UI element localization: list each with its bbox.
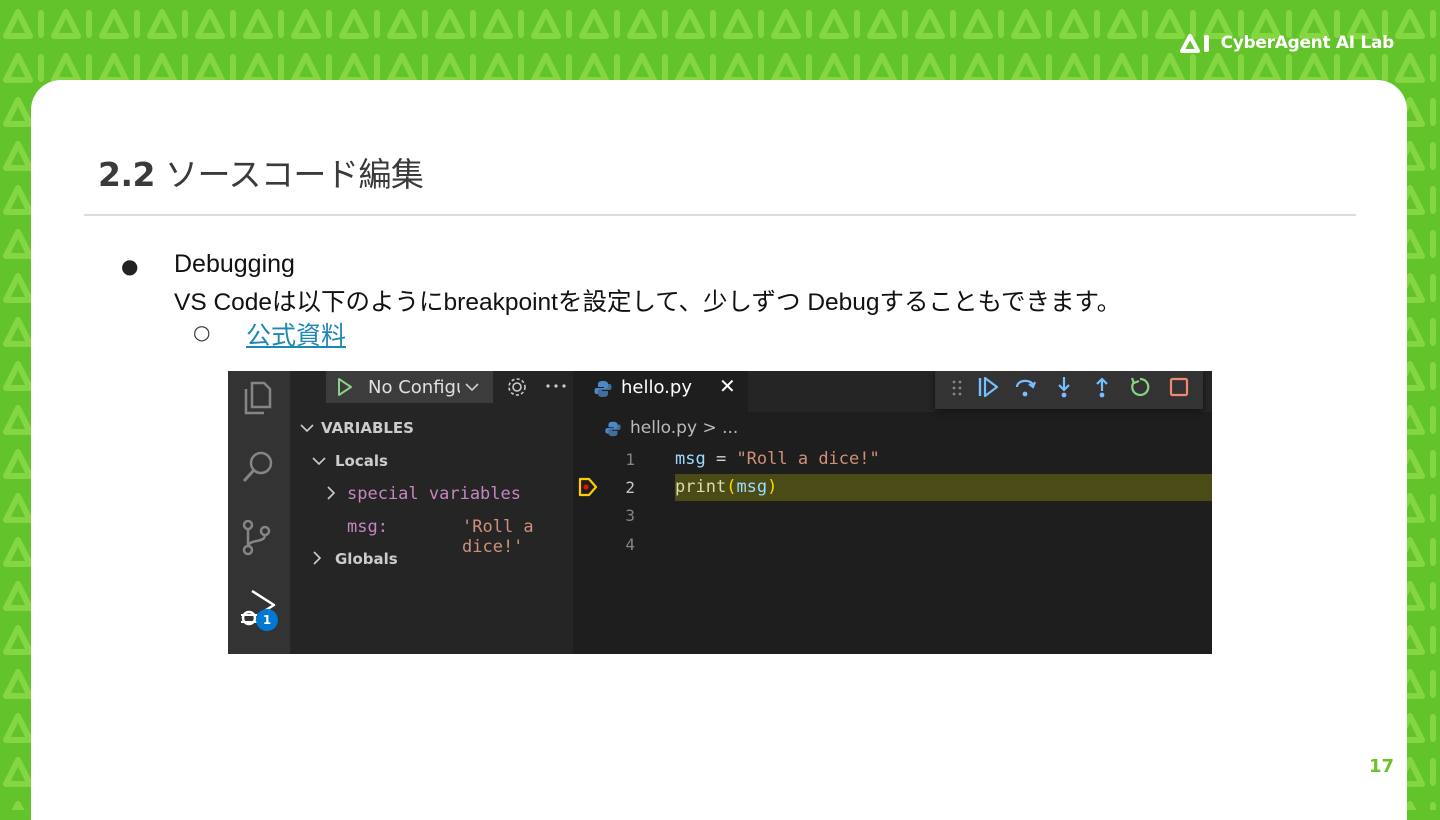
activity-bar: 1	[228, 371, 290, 654]
code-line-1[interactable]: msg = "Roll a dice!"	[675, 449, 880, 469]
more-actions-icon[interactable]	[545, 383, 567, 389]
run-config-dropdown[interactable]: No Configuration	[326, 371, 493, 403]
gear-icon[interactable]	[506, 376, 528, 398]
code-token: print	[675, 477, 727, 497]
bullet-heading: Debugging	[174, 250, 295, 278]
debug-badge-count: 1	[262, 613, 272, 627]
run-config-label: No Configuration	[368, 377, 460, 398]
python-file-icon	[594, 381, 612, 397]
source-control-icon[interactable]	[238, 517, 278, 557]
locals-chevron-icon[interactable]	[312, 456, 326, 466]
breadcrumb-more[interactable]: ...	[722, 418, 738, 438]
special-variables-item[interactable]: special variables	[347, 484, 521, 504]
code-token: msg	[675, 449, 706, 469]
bullet-body: VS Codeは以下のようにbreakpointを設定して、少しずつ Debug…	[174, 289, 1122, 316]
explorer-icon[interactable]	[238, 377, 278, 417]
code-token: "Roll a dice!"	[736, 449, 880, 469]
code-line-2[interactable]: print(msg)	[675, 477, 777, 497]
brand-logo: CyberAgent AI Lab	[1179, 32, 1394, 54]
slide-title: 2.2 ソースコード編集	[98, 148, 424, 196]
sub-bullet-mark: ○	[193, 320, 211, 344]
vscode-screenshot: 1 No Configuration VARIABLES Locals	[228, 371, 1212, 654]
section-number: 2.2	[98, 155, 155, 194]
code-token: )	[767, 477, 778, 497]
locals-scope[interactable]: Locals	[335, 452, 388, 470]
debug-badge: 1	[256, 609, 278, 631]
tab-label: hello.py	[621, 377, 692, 398]
tab-hello-py[interactable]: hello.py ✕	[573, 371, 748, 412]
variables-section-header[interactable]: VARIABLES	[321, 419, 414, 437]
breadcrumb: hello.py > ...	[605, 418, 738, 438]
collapse-chevron-icon[interactable]	[300, 423, 314, 433]
title-text: ソースコード編集	[164, 155, 424, 194]
debug-toolbar	[935, 371, 1203, 409]
line-number: 2	[625, 478, 635, 497]
variable-name[interactable]: msg:	[347, 517, 388, 537]
page-number: 17	[1368, 756, 1394, 777]
breadcrumb-file[interactable]: hello.py	[630, 418, 697, 438]
python-file-icon	[605, 421, 621, 437]
search-icon[interactable]	[238, 447, 278, 487]
globals-scope[interactable]: Globals	[335, 550, 398, 568]
variable-value[interactable]: 'Roll a dice!'	[462, 517, 573, 557]
code-token: msg	[736, 477, 768, 497]
breadcrumb-separator: >	[702, 418, 717, 438]
continue-icon[interactable]	[976, 375, 1000, 399]
line-number: 1	[625, 450, 635, 469]
globals-chevron-icon[interactable]	[312, 551, 322, 565]
step-into-icon[interactable]	[1052, 375, 1076, 399]
restart-icon[interactable]	[1128, 375, 1152, 399]
debug-sidebar: No Configuration VARIABLES Locals specia…	[290, 371, 573, 654]
title-divider	[84, 214, 1356, 216]
line-number: 4	[625, 535, 635, 554]
close-icon[interactable]: ✕	[719, 374, 736, 398]
ai-logo-icon	[1179, 34, 1209, 53]
editor-area: hello.py ✕ hello.py > ... 1 2 3 4 msg = …	[573, 371, 1212, 654]
expand-chevron-icon[interactable]	[326, 486, 336, 500]
code-token: (	[726, 477, 737, 497]
step-over-icon[interactable]	[1013, 375, 1037, 399]
official-docs-link[interactable]: 公式資料	[246, 316, 346, 352]
line-number: 3	[625, 506, 635, 525]
drag-grip-icon[interactable]	[951, 379, 963, 397]
code-token: =	[705, 449, 737, 469]
chevron-down-icon	[465, 383, 479, 392]
bullet-mark: ●	[121, 254, 139, 278]
start-debugging-icon[interactable]	[336, 377, 354, 397]
step-out-icon[interactable]	[1090, 375, 1114, 399]
stop-icon[interactable]	[1167, 375, 1191, 399]
brand-name: CyberAgent AI Lab	[1220, 33, 1395, 53]
